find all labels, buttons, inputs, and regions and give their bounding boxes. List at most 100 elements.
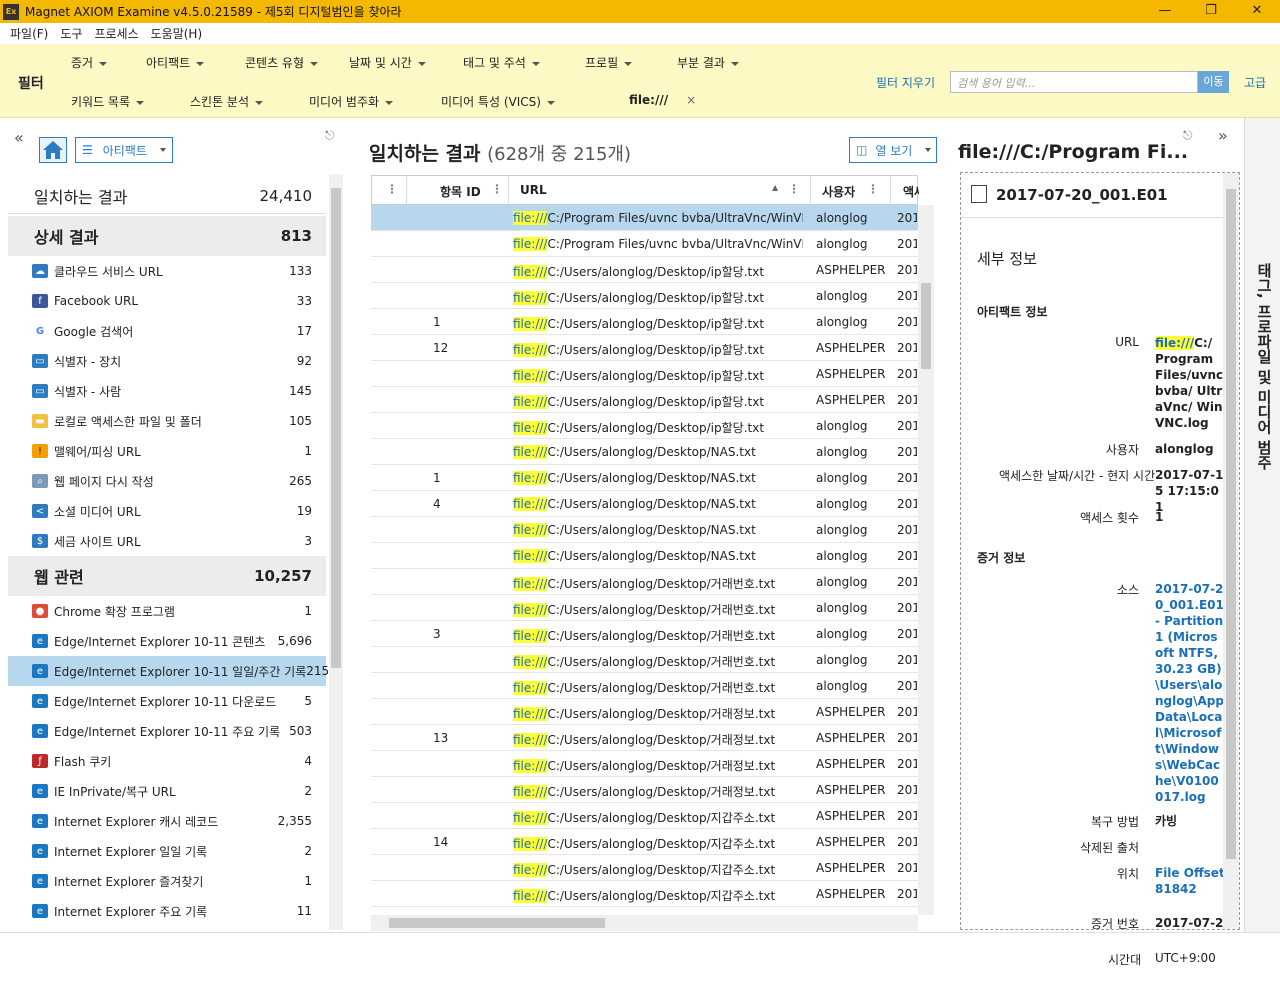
maximize-icon[interactable]: ❐ xyxy=(1188,0,1234,23)
artifact-item[interactable]: e Edge/Internet Explorer 10-11 일일/주간 기록 21… xyxy=(8,656,329,686)
column-view-button[interactable]: ◫ 열 보기 xyxy=(849,137,937,163)
artifact-item[interactable]: e Edge/Internet Explorer 10-11 주요 기록 503 xyxy=(8,716,326,746)
table-row[interactable]: file:///C:/Users/alonglog/Desktop/ip할당.t… xyxy=(371,387,918,413)
tags-media-side-tab[interactable]: 태그, 프로파일 및 미디어 범주 xyxy=(1244,118,1280,932)
table-row[interactable]: file:///C:/Users/alonglog/Desktop/거래번호.t… xyxy=(371,595,918,621)
grid-hscroll[interactable] xyxy=(371,915,918,931)
table-row[interactable]: 3 file:///C:/Users/alonglog/Desktop/거래번호.… xyxy=(371,621,918,647)
artifact-item[interactable]: e Edge/Internet Explorer 10-11 다운로드 5 xyxy=(8,686,326,716)
active-filter-chip[interactable]: file:/// × xyxy=(629,93,696,107)
drag-handle-icon[interactable]: ⋮ xyxy=(386,182,398,196)
col-header-extra[interactable]: 액세 xyxy=(903,183,919,200)
source-link[interactable]: 2017-07-20_001.E01 - Partition 1 (Micros… xyxy=(1155,581,1225,805)
pin-icon[interactable]: ⎋ xyxy=(325,128,335,143)
filter-partial[interactable]: 부분 결과 xyxy=(677,54,739,71)
collapse-left-icon[interactable]: « xyxy=(14,128,24,147)
artifact-item[interactable]: e Edge/Internet Explorer 10-11 콘텐츠 5,696 xyxy=(8,626,326,656)
artifact-item[interactable]: e Internet Explorer 즐겨찾기 1 xyxy=(8,866,326,896)
clear-filters-link[interactable]: 필터 지우기 xyxy=(876,74,935,91)
artifact-item[interactable]: e Internet Explorer 주요 기록 11 xyxy=(8,896,326,926)
table-row[interactable]: 14 file:///C:/Users/alonglog/Desktop/지갑주소… xyxy=(371,829,918,855)
detail-scrollbar[interactable] xyxy=(1223,173,1239,929)
artifact-item[interactable]: G Google 검색어 17 xyxy=(8,316,326,346)
table-row[interactable]: file:///C:/Program Files/uvnc bvba/Ultra… xyxy=(371,205,918,231)
artifact-item[interactable]: ▬ 로컬로 액세스한 파일 및 폴더 105 xyxy=(8,406,326,436)
menu-tools[interactable]: 도구 xyxy=(60,25,82,42)
view-select[interactable]: ☰ 아티팩트 xyxy=(75,137,173,163)
table-row[interactable]: file:///C:/Users/alonglog/Desktop/NAS.tx… xyxy=(371,439,918,465)
grid-hscroll-thumb[interactable] xyxy=(389,918,605,928)
filter-evidence[interactable]: 증거 xyxy=(71,54,108,71)
table-row[interactable]: file:///C:/Users/alonglog/Desktop/거래번호.t… xyxy=(371,673,918,699)
pin-icon[interactable]: ⎋ xyxy=(1183,128,1193,143)
artifact-item[interactable]: ▭ 식별자 - 장치 92 xyxy=(8,346,326,376)
col-header-url[interactable]: URL xyxy=(520,183,547,197)
filter-content-type[interactable]: 콘텐츠 유형 xyxy=(245,54,319,71)
search-input[interactable]: 검색 용어 입력... xyxy=(950,71,1198,93)
table-row[interactable]: 13 file:///C:/Users/alonglog/Desktop/거래정보… xyxy=(371,725,918,751)
table-row[interactable]: file:///C:/Users/alonglog/Desktop/거래정보.t… xyxy=(371,699,918,725)
artifact-item[interactable]: f Facebook URL 33 xyxy=(8,286,326,316)
table-row[interactable]: file:///C:/Program Files/uvnc bvba/Ultra… xyxy=(371,231,918,257)
table-row[interactable]: file:///C:/Users/alonglog/Desktop/거래번호.t… xyxy=(371,647,918,673)
artifact-item[interactable]: e IE InPrivate/복구 URL 2 xyxy=(8,776,326,806)
artifact-item[interactable]: ! 맬웨어/피싱 URL 1 xyxy=(8,436,326,466)
table-row[interactable]: file:///C:/Users/alonglog/Desktop/지갑주소.t… xyxy=(371,881,918,907)
table-row[interactable]: file:///C:/Users/alonglog/Desktop/ip할당.t… xyxy=(371,413,918,439)
grid-vscroll[interactable] xyxy=(918,205,934,915)
filter-media-cat[interactable]: 미디어 범주화 xyxy=(309,93,394,110)
go-button[interactable]: 이동 xyxy=(1198,71,1229,93)
artifact-item[interactable]: < 소셜 미디어 URL 19 xyxy=(8,496,326,526)
table-row[interactable]: file:///C:/Users/alonglog/Desktop/거래정보.t… xyxy=(371,751,918,777)
chip-close-icon[interactable]: × xyxy=(686,93,696,107)
col-header-user[interactable]: 사용자 xyxy=(822,183,855,200)
web-related-header[interactable]: 웹 관련 10,257 xyxy=(8,556,326,596)
matching-results-header[interactable]: 일치하는 결과 24,410 xyxy=(8,178,326,214)
col-menu-icon[interactable]: ⋮ xyxy=(867,182,879,196)
table-row[interactable]: 4 file:///C:/Users/alonglog/Desktop/NAS.t… xyxy=(371,491,918,517)
col-menu-icon[interactable]: ⋮ xyxy=(491,182,503,196)
table-row[interactable]: file:///C:/Users/alonglog/Desktop/ip할당.t… xyxy=(371,283,918,309)
filter-vics[interactable]: 미디어 특성 (VICS) xyxy=(441,93,555,110)
menu-help[interactable]: 도움말(H) xyxy=(151,25,203,42)
filter-profile[interactable]: 프로필 xyxy=(585,54,633,71)
artifact-item[interactable]: ⌕ 웹 페이지 다시 작성 265 xyxy=(8,466,326,496)
sort-asc-icon[interactable]: ▲ xyxy=(772,183,778,192)
minimize-icon[interactable]: — xyxy=(1142,0,1188,23)
table-row[interactable]: file:///C:/Users/alonglog/Desktop/NAS.tx… xyxy=(371,543,918,569)
left-scrollbar[interactable] xyxy=(329,174,343,930)
col-header-id[interactable]: 항목 ID xyxy=(440,183,481,200)
filter-tags[interactable]: 태그 및 주석 xyxy=(463,54,540,71)
artifact-item[interactable]: ▭ 식별자 - 사람 145 xyxy=(8,376,326,406)
table-row[interactable]: file:///C:/Users/alonglog/Desktop/ip할당.t… xyxy=(371,361,918,387)
table-row[interactable]: file:///C:/Users/alonglog/Desktop/지갑주소.t… xyxy=(371,803,918,829)
advanced-link[interactable]: 고급 xyxy=(1244,74,1266,91)
filter-skin-tone[interactable]: 스킨톤 분석 xyxy=(190,93,264,110)
table-row[interactable]: file:///C:/Users/alonglog/Desktop/ip할당.t… xyxy=(371,257,918,283)
location-link[interactable]: File Offset 81842 xyxy=(1155,865,1225,897)
expand-right-icon[interactable]: » xyxy=(1218,126,1228,145)
artifact-item[interactable]: ☁ 클라우드 서비스 URL 133 xyxy=(8,256,326,286)
artifact-item[interactable]: ƒ Flash 쿠키 4 xyxy=(8,746,326,776)
artifact-item[interactable]: ● Chrome 확장 프로그램 1 xyxy=(8,596,326,626)
table-row[interactable]: file:///C:/Users/alonglog/Desktop/NAS.tx… xyxy=(371,517,918,543)
home-button[interactable] xyxy=(39,137,67,163)
menu-process[interactable]: 프로세스 xyxy=(94,25,138,42)
artifact-item[interactable]: e Internet Explorer 캐시 레코드 2,355 xyxy=(8,806,326,836)
table-row[interactable]: file:///C:/Users/alonglog/Desktop/지갑주소.t… xyxy=(371,855,918,881)
menu-file[interactable]: 파일(F) xyxy=(10,25,48,42)
timezone-value[interactable]: UTC+9:00 xyxy=(1155,951,1216,965)
filter-keyword-list[interactable]: 키워드 목록 xyxy=(71,93,145,110)
filter-date-time[interactable]: 날짜 및 시간 xyxy=(349,54,426,71)
grid-vscroll-thumb[interactable] xyxy=(921,283,931,369)
filter-artifact[interactable]: 아티팩트 xyxy=(146,54,205,71)
artifact-item[interactable]: e Internet Explorer 일일 기록 2 xyxy=(8,836,326,866)
table-row[interactable]: 1 file:///C:/Users/alonglog/Desktop/NAS.t… xyxy=(371,465,918,491)
table-row[interactable]: file:///C:/Users/alonglog/Desktop/거래번호.t… xyxy=(371,569,918,595)
table-row[interactable]: 12 file:///C:/Users/alonglog/Desktop/ip할당… xyxy=(371,335,918,361)
table-row[interactable]: file:///C:/Users/alonglog/Desktop/거래정보.t… xyxy=(371,777,918,803)
detail-scroll-thumb[interactable] xyxy=(1226,189,1236,859)
table-row[interactable]: 1 file:///C:/Users/alonglog/Desktop/ip할당.… xyxy=(371,309,918,335)
close-icon[interactable]: ✕ xyxy=(1234,0,1280,23)
artifact-item[interactable]: $ 세금 사이트 URL 3 xyxy=(8,526,326,556)
